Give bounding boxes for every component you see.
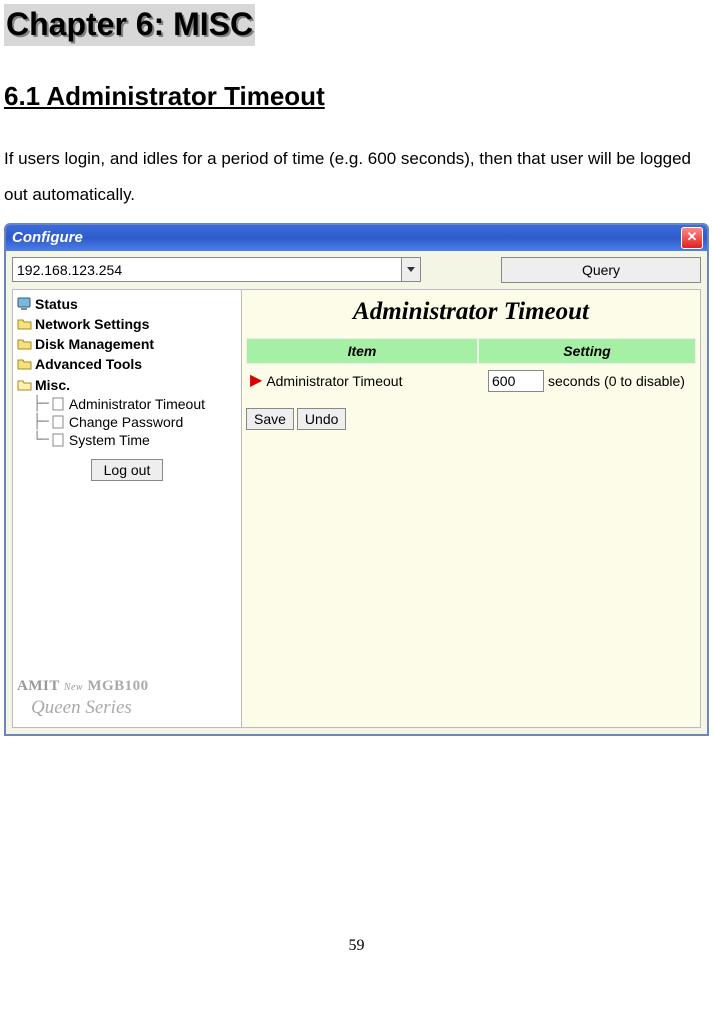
chapter-title: Chapter 6: MISC — [4, 4, 255, 46]
folder-icon — [17, 317, 32, 331]
sidebar-label: Misc. — [35, 376, 70, 394]
folder-icon — [17, 337, 32, 351]
brand-line2: Queen Series — [17, 696, 237, 721]
sidebar-item-admin-timeout[interactable]: ├─ Administrator Timeout — [17, 395, 237, 413]
sidebar-item-status[interactable]: Status — [17, 294, 237, 314]
window-title: Configure — [10, 228, 83, 248]
timeout-input[interactable] — [488, 370, 544, 392]
close-button[interactable]: ✕ — [681, 227, 703, 249]
brand-line1: AMIT New MGB100 — [17, 677, 237, 697]
col-item: Item — [246, 338, 478, 364]
sidebar-label: Advanced Tools — [35, 355, 142, 373]
page-number: 59 — [4, 936, 709, 957]
close-icon: ✕ — [687, 229, 698, 246]
window-body: 192.168.123.254 Query Status Network Set… — [6, 251, 707, 734]
button-row: Save Undo — [246, 408, 696, 430]
sidebar-label: Administrator Timeout — [69, 395, 205, 413]
tree-line-icon: ├─ — [33, 413, 48, 431]
main-panel: Administrator Timeout Item Setting ▶ Adm… — [241, 290, 700, 727]
folder-open-icon — [17, 378, 32, 392]
monitor-icon — [17, 297, 32, 311]
file-icon — [51, 433, 66, 447]
sidebar-item-misc[interactable]: Misc. — [17, 375, 237, 395]
table-row: ▶ Administrator Timeout seconds (0 to di… — [246, 364, 696, 398]
sidebar-label: System Time — [69, 431, 150, 449]
ip-combobox[interactable]: 192.168.123.254 — [12, 257, 421, 282]
chevron-down-icon — [407, 267, 415, 273]
sidebar-item-advanced[interactable]: Advanced Tools — [17, 354, 237, 374]
folder-icon — [17, 357, 32, 371]
row-label-cell: ▶ Administrator Timeout — [246, 364, 484, 398]
body-text: If users login, and idles for a period o… — [4, 141, 709, 212]
query-button[interactable]: Query — [501, 257, 701, 283]
sidebar-item-system-time[interactable]: └─ System Time — [17, 431, 237, 449]
col-setting: Setting — [478, 338, 696, 364]
arrow-right-icon: ▶ — [250, 371, 262, 392]
section-title: 6.1 Administrator Timeout — [4, 80, 709, 114]
sidebar-item-change-password[interactable]: ├─ Change Password — [17, 413, 237, 431]
logout-button[interactable]: Log out — [91, 459, 164, 481]
logout-row: Log out — [17, 459, 237, 481]
sidebar-item-network[interactable]: Network Settings — [17, 314, 237, 334]
sidebar: Status Network Settings Disk Management … — [13, 290, 241, 727]
sidebar-label: Network Settings — [35, 315, 149, 333]
row-setting-cell: seconds (0 to disable) — [484, 364, 696, 398]
sidebar-item-disk[interactable]: Disk Management — [17, 334, 237, 354]
ip-value: 192.168.123.254 — [13, 261, 401, 279]
brand-block: AMIT New MGB100 Queen Series — [17, 675, 237, 723]
row-label: Administrator Timeout — [266, 372, 402, 390]
table-header: Item Setting — [246, 338, 696, 364]
combo-dropdown-button[interactable] — [401, 258, 420, 281]
tree-line-icon: └─ — [33, 431, 48, 449]
window-titlebar: Configure ✕ — [6, 225, 707, 251]
configure-window: Configure ✕ 192.168.123.254 Query Status — [4, 223, 709, 736]
undo-button[interactable]: Undo — [297, 408, 346, 430]
sidebar-label: Status — [35, 295, 78, 313]
content-row: Status Network Settings Disk Management … — [12, 289, 701, 728]
file-icon — [51, 397, 66, 411]
save-button[interactable]: Save — [246, 408, 294, 430]
tree-line-icon: ├─ — [33, 395, 48, 413]
address-row: 192.168.123.254 Query — [12, 257, 701, 283]
sidebar-label: Change Password — [69, 413, 183, 431]
panel-title: Administrator Timeout — [246, 296, 696, 329]
timeout-hint: seconds (0 to disable) — [548, 372, 685, 390]
sidebar-label: Disk Management — [35, 335, 154, 353]
file-icon — [51, 415, 66, 429]
